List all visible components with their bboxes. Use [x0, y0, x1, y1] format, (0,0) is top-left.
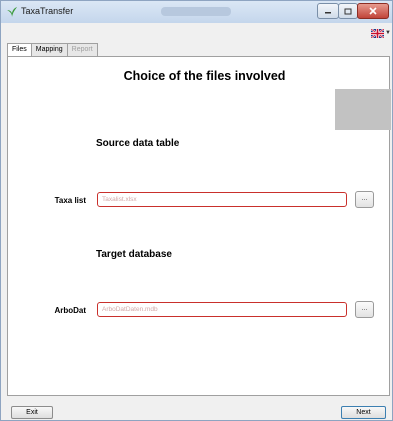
taxa-list-input[interactable] [97, 192, 347, 207]
source-section-title: Source data table [96, 138, 180, 149]
uk-flag-icon[interactable] [371, 29, 384, 38]
minimize-icon [325, 12, 331, 14]
title-blur-region [161, 7, 231, 16]
title-bar[interactable]: TaxaTransfer [1, 1, 392, 23]
next-button[interactable]: Next [341, 406, 386, 419]
close-icon [369, 7, 377, 15]
app-icon [7, 7, 17, 17]
maximize-icon [344, 8, 352, 14]
tab-report: Report [66, 43, 98, 56]
minimize-button[interactable] [317, 3, 339, 19]
tab-files[interactable]: Files [7, 43, 32, 57]
chevron-down-icon[interactable]: ▼ [385, 30, 391, 36]
placeholder-block [335, 89, 391, 130]
exit-button[interactable]: Exit [11, 406, 53, 419]
taxa-list-label: Taxa list [54, 196, 86, 205]
files-panel: Choice of the files involved Source data… [7, 56, 391, 396]
close-button[interactable] [357, 3, 389, 19]
window-title: TaxaTransfer [21, 6, 74, 16]
tab-bar: Files Mapping Report [7, 43, 98, 57]
arbodat-browse-button[interactable]: ... [355, 301, 374, 318]
arbodat-input[interactable] [97, 302, 347, 317]
maximize-button[interactable] [338, 3, 358, 19]
taxa-browse-button[interactable]: ... [355, 191, 374, 208]
page-title: Choice of the files involved [123, 69, 286, 83]
target-section-title: Target database [96, 249, 172, 260]
app-window: TaxaTransfer ▼ Files Mapping Report Choi… [0, 0, 393, 421]
arbodat-label: ArboDat [54, 306, 86, 315]
tab-mapping[interactable]: Mapping [30, 43, 68, 56]
